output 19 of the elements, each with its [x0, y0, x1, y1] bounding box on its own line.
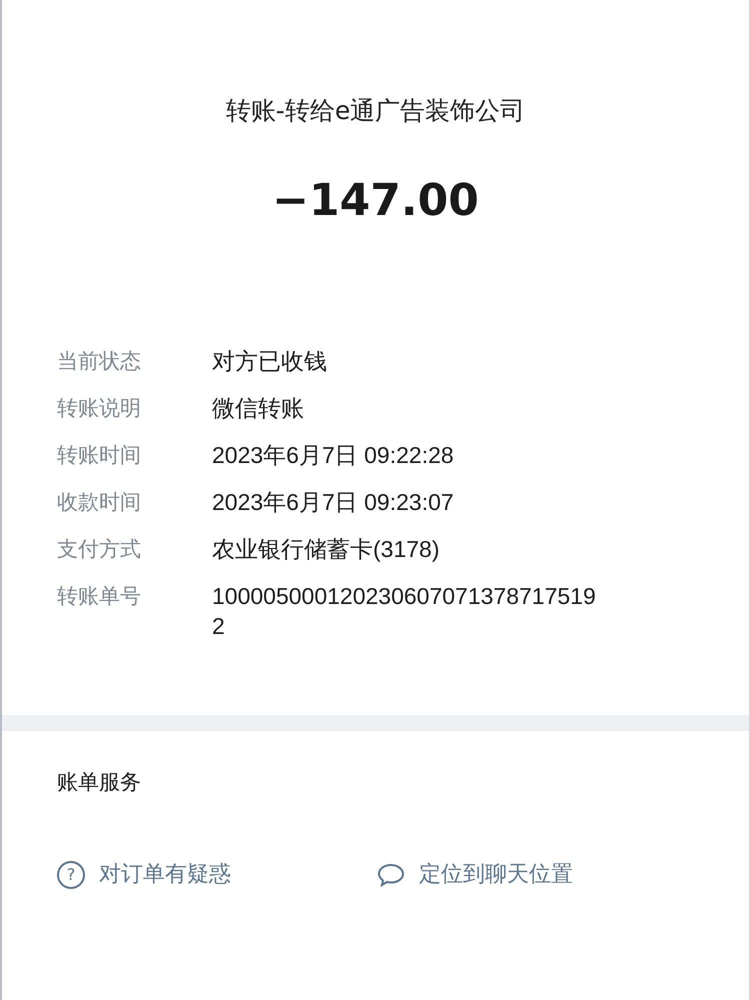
amount: −147.00	[272, 174, 479, 228]
transfer-title: 转账-转给e通广告装饰公司	[226, 95, 526, 127]
detail-label: 转账单号	[57, 584, 141, 608]
detail-label: 转账时间	[57, 442, 141, 466]
detail-value: 对方已收钱	[212, 346, 327, 376]
detail-value: 微信转账	[212, 394, 304, 422]
detail-value: 农业银行储蓄卡(3178)	[212, 534, 440, 564]
detail-value: 2023年6月7日 09:23:07	[212, 488, 454, 516]
detail-value: 2023年6月7日 09:22:28	[212, 440, 454, 470]
detail-label: 转账说明	[57, 396, 141, 420]
help-icon: ?	[57, 860, 85, 888]
detail-label: 当前状态	[57, 348, 141, 372]
chat-bubble-icon	[377, 862, 405, 886]
detail-label: 收款时间	[57, 490, 141, 514]
order-question-link[interactable]: ? 对订单有疑惑	[57, 858, 377, 891]
section-title: 账单服务	[57, 770, 141, 794]
detail-value: 100005000120230607071378717519 2	[212, 582, 596, 640]
detail-label: 支付方式	[57, 536, 141, 560]
locate-chat-link[interactable]: 定位到聊天位置	[377, 858, 697, 891]
